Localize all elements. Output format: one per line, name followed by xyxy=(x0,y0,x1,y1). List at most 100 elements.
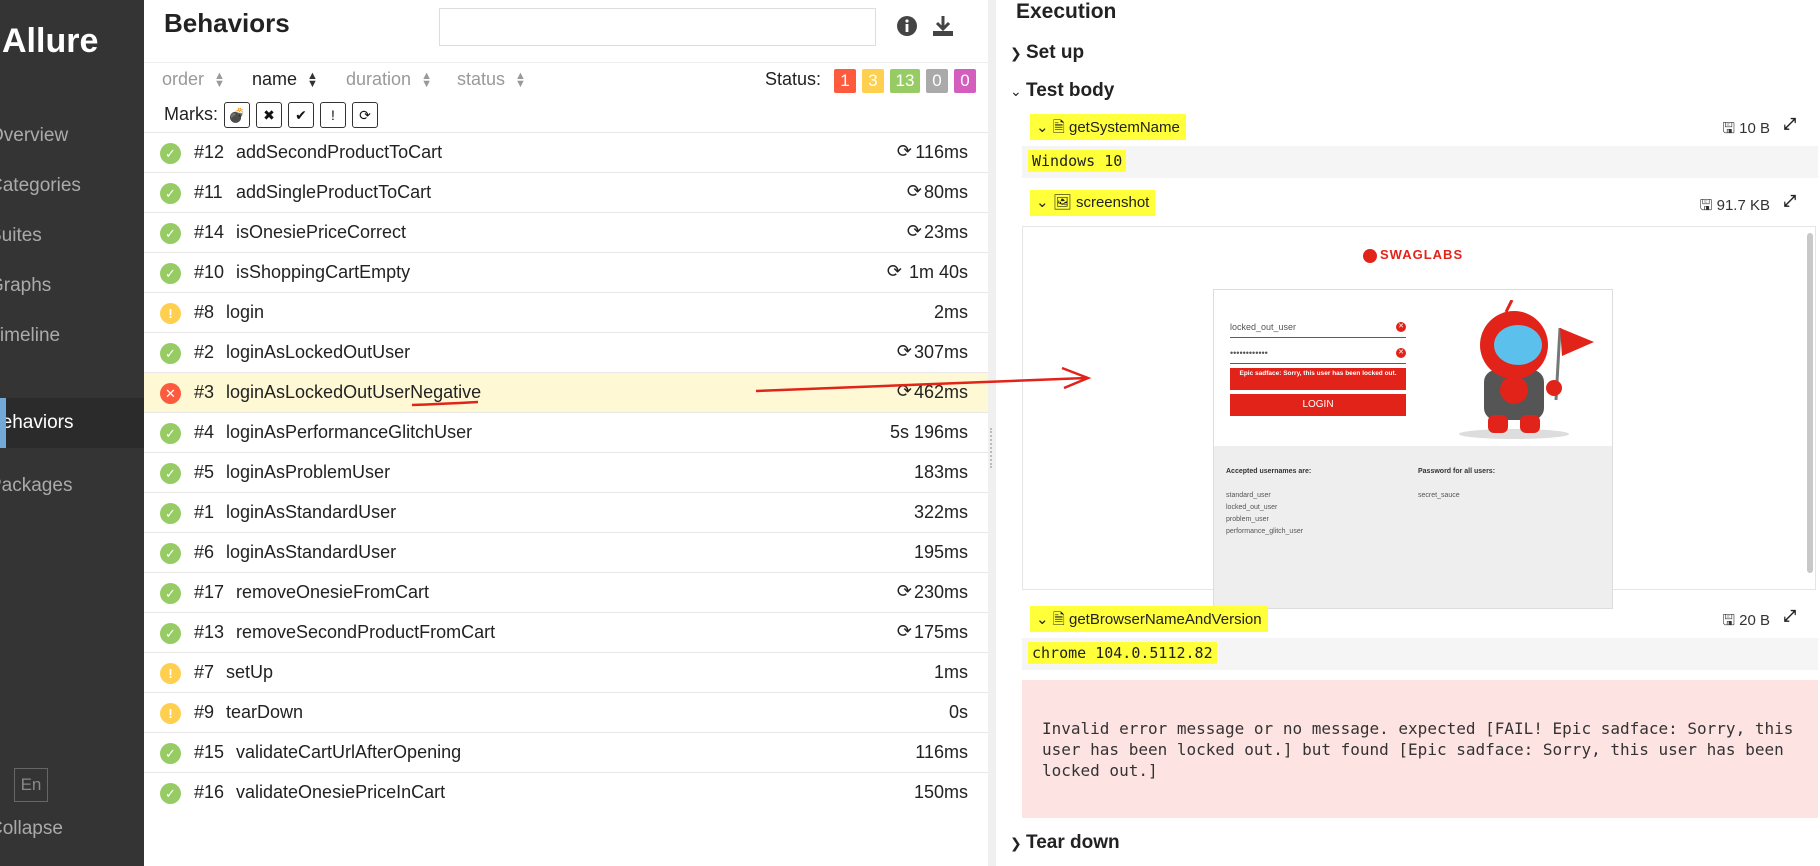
screenshot-preview[interactable]: SWAGLABS locked_out_user ✕ •••••••••••• ✕ … xyxy=(1022,226,1816,609)
test-name: login xyxy=(226,302,265,322)
status-failed-badge[interactable]: 1 xyxy=(834,69,856,93)
chevron-down-icon: ⌄ xyxy=(1036,611,1049,628)
attachment-size: 🖫 20 B xyxy=(1722,612,1770,629)
test-row[interactable]: ✓ #6 loginAsStandardUser 195ms xyxy=(144,532,988,572)
info-icon[interactable] xyxy=(894,14,920,40)
status-passed-icon: ✓ xyxy=(160,503,181,524)
attachment-getsystemname[interactable]: ⌄ 🗎 getSystemName xyxy=(1030,114,1186,140)
test-name: loginAsStandardUser xyxy=(226,502,397,522)
test-number: #6 xyxy=(194,542,215,562)
test-name: loginAsPerformanceGlitchUser xyxy=(226,422,473,442)
sidebar-item-overview[interactable]: Overview xyxy=(0,111,144,161)
expand-icon[interactable]: ⤢ xyxy=(1783,116,1796,134)
sort-status[interactable]: status ▲ ▼ xyxy=(457,69,526,90)
screenshot-scrollbar[interactable] xyxy=(1807,233,1813,573)
test-row[interactable]: ! #8 login 2ms xyxy=(144,292,988,332)
status-passed-badge[interactable]: 13 xyxy=(890,69,920,93)
sort-name[interactable]: name ▲ ▼ xyxy=(252,69,318,90)
expand-icon[interactable]: ⤢ xyxy=(1783,608,1796,626)
sidebar-item-graphs[interactable]: Graphs xyxy=(0,261,144,311)
attachment-content: Windows 10 xyxy=(1022,146,1818,178)
test-number: #1 xyxy=(194,502,215,522)
new-broken-icon[interactable]: ! xyxy=(320,102,346,128)
new-passed-icon[interactable]: ✔ xyxy=(288,102,314,128)
new-failed-icon[interactable]: ✖ xyxy=(256,102,282,128)
retries-icon: ⟳ xyxy=(906,181,922,201)
language-button[interactable]: En xyxy=(14,768,48,802)
login-form: locked_out_user ✕ •••••••••••• ✕ Epic sadf… xyxy=(1214,290,1612,446)
test-name: validateOnesiePriceInCart xyxy=(236,782,446,802)
splitter-handle[interactable] xyxy=(990,428,994,468)
test-row[interactable]: ✓ #16 validateOnesiePriceInCart 150ms xyxy=(144,772,988,812)
image-icon: 🖼 xyxy=(1052,194,1072,211)
test-row[interactable]: ✓ #4 loginAsPerformanceGlitchUser 5s 196ms xyxy=(144,412,988,452)
test-number: #15 xyxy=(194,742,225,762)
status-broken-icon: ! xyxy=(160,303,181,324)
test-row[interactable]: ✓ #1 loginAsStandardUser 322ms xyxy=(144,492,988,532)
test-number: #10 xyxy=(194,262,225,282)
test-row[interactable]: ! #9 tearDown 0s xyxy=(144,692,988,732)
error-message: Invalid error message or no message. exp… xyxy=(1022,680,1818,818)
status-passed-icon: ✓ xyxy=(160,143,181,164)
test-row[interactable]: ✓ #10 isShoppingCartEmpty 1m 40s ⟳ xyxy=(144,252,988,292)
test-row[interactable]: ✕ #3 loginAsLockedOutUserNegative 462ms ⟳ xyxy=(144,372,988,412)
test-duration: 116ms xyxy=(915,742,968,762)
chevron-down-icon: ⌄ xyxy=(1036,119,1049,136)
sort-order[interactable]: order ▲ ▼ xyxy=(162,69,225,90)
test-row[interactable]: ✓ #2 loginAsLockedOutUser 307ms ⟳ xyxy=(144,332,988,372)
sort-duration[interactable]: duration ▲ ▼ xyxy=(346,69,432,90)
retries-icon: ⟳ xyxy=(896,381,912,401)
test-name: removeSecondProductFromCart xyxy=(236,622,496,642)
expand-icon[interactable]: ⤢ xyxy=(1783,193,1796,211)
collapse-button[interactable]: Collapse xyxy=(0,818,63,840)
setup-section[interactable]: ❯ Set up xyxy=(1010,42,1084,64)
teardown-section[interactable]: ❯ Tear down xyxy=(1010,832,1120,854)
sidebar-item-timeline[interactable]: Timeline xyxy=(0,311,144,361)
sidebar-item-categories[interactable]: Categories xyxy=(0,161,144,211)
status-unknown-badge[interactable]: 0 xyxy=(954,69,976,93)
attachment-size: 🖫 91.7 KB xyxy=(1699,197,1770,214)
test-duration: 5s 196ms xyxy=(889,422,968,442)
flaky-icon[interactable]: 💣 xyxy=(224,102,250,128)
file-icon: 🗎 xyxy=(1052,119,1065,136)
test-row[interactable]: ✓ #11 addSingleProductToCart 80ms ⟳ xyxy=(144,172,988,212)
sidebar-item-behaviors[interactable]: Behaviors xyxy=(0,398,144,448)
search-input[interactable] xyxy=(439,8,876,46)
marks-label: Marks: xyxy=(164,104,218,124)
retries-icon: ⟳ xyxy=(896,581,912,601)
test-duration: 116ms xyxy=(915,142,968,162)
status-failed-icon: ✕ xyxy=(160,383,181,404)
status-skipped-badge[interactable]: 0 xyxy=(926,69,948,93)
username-field: locked_out_user ✕ xyxy=(1230,316,1406,338)
test-row[interactable]: ✓ #12 addSecondProductToCart 116ms ⟳ xyxy=(144,132,988,172)
test-row[interactable]: ✓ #5 loginAsProblemUser 183ms xyxy=(144,452,988,492)
page-title: Behaviors xyxy=(164,8,290,38)
test-number: #7 xyxy=(194,662,215,682)
status-passed-icon: ✓ xyxy=(160,623,181,644)
status-passed-icon: ✓ xyxy=(160,463,181,484)
test-name: removeOnesieFromCart xyxy=(236,582,430,602)
status-broken-badge[interactable]: 3 xyxy=(862,69,884,93)
test-row[interactable]: ! #7 setUp 1ms xyxy=(144,652,988,692)
test-row[interactable]: ✓ #15 validateCartUrlAfterOpening 116ms xyxy=(144,732,988,772)
test-number: #17 xyxy=(194,582,225,602)
attachment-screenshot[interactable]: ⌄ 🖼 screenshot xyxy=(1030,190,1156,216)
sidebar: Allure Overview Categories Suites Graphs… xyxy=(0,0,144,866)
sidebar-item-packages[interactable]: Packages xyxy=(0,461,144,511)
test-duration: 1m 40s xyxy=(908,262,968,282)
retries-icon[interactable]: ⟳ xyxy=(352,102,378,128)
sidebar-item-suites[interactable]: Suites xyxy=(0,211,144,261)
test-row[interactable]: ✓ #13 removeSecondProductFromCart 175ms ⟳ xyxy=(144,612,988,652)
chevron-down-icon: ⌄ xyxy=(1010,83,1022,99)
attachment-getbrowsernameandversion[interactable]: ⌄ 🗎 getBrowserNameAndVersion xyxy=(1030,606,1268,632)
test-name: addSecondProductToCart xyxy=(236,142,443,162)
test-number: #3 xyxy=(194,382,215,402)
test-row[interactable]: ✓ #14 isOnesiePriceCorrect 23ms ⟳ xyxy=(144,212,988,252)
test-body-section[interactable]: ⌄ Test body xyxy=(1010,80,1114,102)
test-number: #11 xyxy=(194,182,223,202)
test-number: #13 xyxy=(194,622,225,642)
attachment-content: chrome 104.0.5112.82 xyxy=(1022,638,1818,670)
download-icon[interactable] xyxy=(930,14,956,40)
password-field: •••••••••••• ✕ xyxy=(1230,342,1406,364)
test-row[interactable]: ✓ #17 removeOnesieFromCart 230ms ⟳ xyxy=(144,572,988,612)
